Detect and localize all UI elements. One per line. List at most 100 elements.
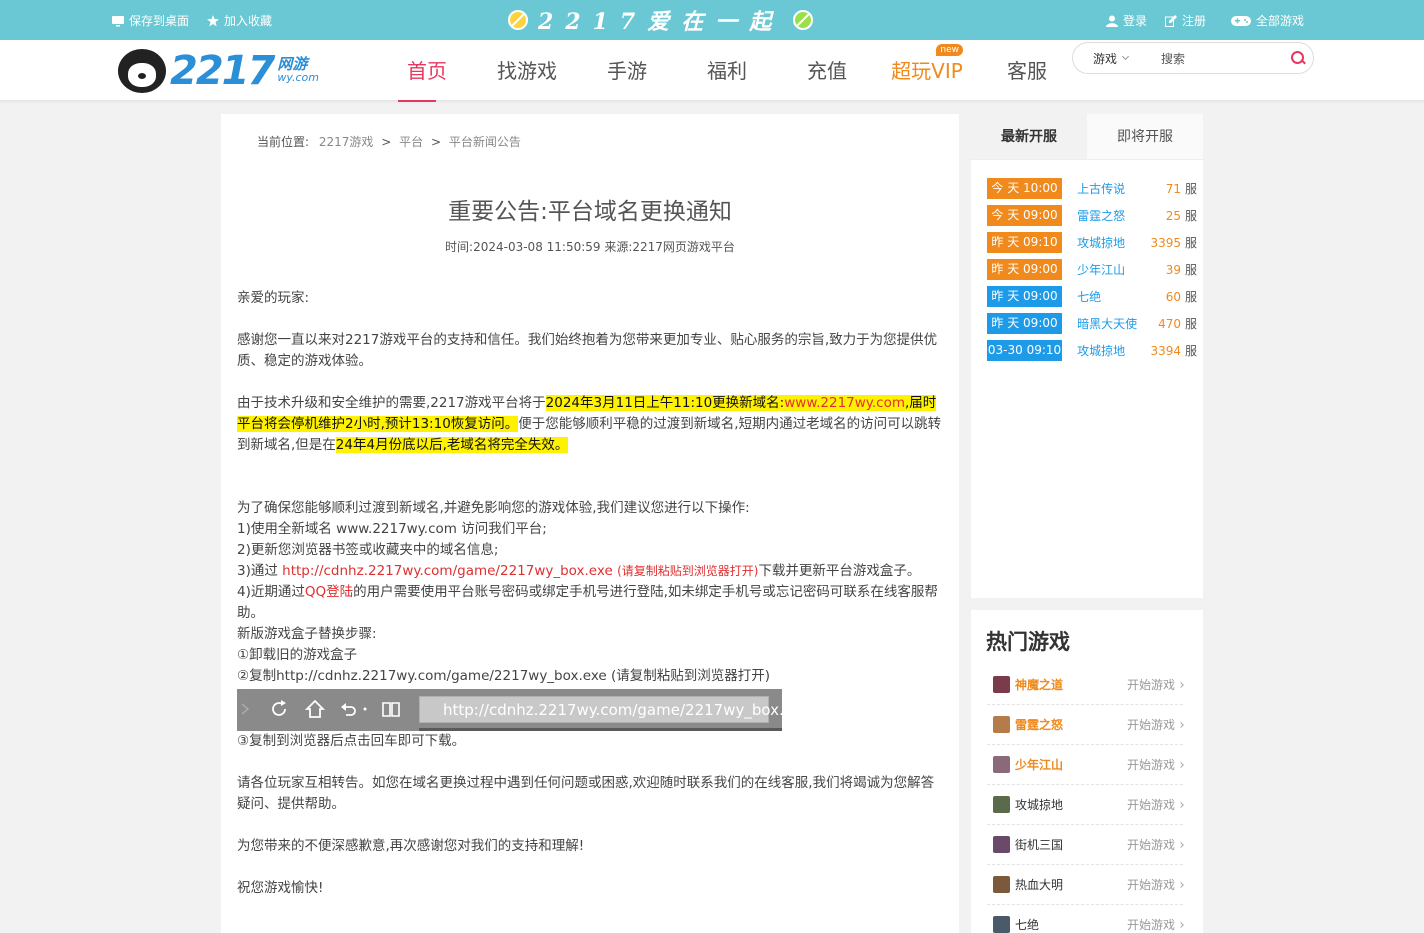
hot-game-row[interactable]: 攻城掠地 开始游戏 [987,785,1184,825]
save-to-desktop-link[interactable]: 保存到桌面 [112,12,189,29]
chevron-right-icon [1178,921,1184,928]
add-favorite-link[interactable]: 加入收藏 [207,12,272,29]
server-row[interactable]: 昨 天 09:10 攻城掠地 3395 服 [987,229,1197,256]
server-row[interactable]: 昨 天 09:00 暗黑大天使 470 服 [987,310,1197,337]
search-category-select[interactable]: 游戏 [1073,50,1161,67]
new-domain-link[interactable]: www.2217wy.com [784,395,905,411]
step-item: 4)近期通过QQ登陆的用户需要使用平台账号密码或绑定手机号进行登陆,如未绑定手机… [237,582,945,624]
husky-logo-icon [118,49,166,93]
article-title: 重要公告:平台域名更换通知 [448,199,732,225]
game-thumbnail [993,916,1010,933]
hot-game-name[interactable]: 少年江山 [1015,756,1127,773]
article-panel: 当前位置: 2217游戏 > 平台 > 平台新闻公告 重要公告:平台域名更换通知… [221,114,959,933]
server-number: 3394 [1150,343,1181,358]
server-game-link[interactable]: 上古传说 [1077,180,1144,197]
start-game-button[interactable]: 开始游戏 [1127,916,1184,933]
chevron-right-icon [1178,681,1184,688]
start-game-label: 开始游戏 [1126,678,1175,692]
hot-game-name[interactable]: 七绝 [1015,916,1127,933]
all-games-link[interactable]: 全部游戏 [1231,12,1304,29]
server-row[interactable]: 03-30 09:10 攻城掠地 3394 服 [987,337,1197,364]
chevron-right-icon [1178,721,1184,728]
book-icon [382,702,400,717]
tab-latest-servers[interactable]: 最新开服 [971,114,1087,159]
star-icon [207,14,219,26]
site-logo[interactable]: 2217 网游 wy.com [118,49,319,93]
url-underline [419,728,782,731]
paragraph-contact: 请各位玩家互相转告。如您在域名更换过程中遇到任何问题或困惑,欢迎随时联系我们的在… [237,775,935,812]
server-game-link[interactable]: 七绝 [1077,288,1144,305]
nav-home[interactable]: 首页 [377,40,477,102]
paragraph-thanks: 感谢您一直以来对2217游戏平台的支持和信任。我们始终抱着为您带来更加专业、贴心… [237,332,938,369]
download-link[interactable]: http://cdnhz.2217wy.com/game/2217wy_box.… [282,563,613,579]
hot-game-name[interactable]: 雷霆之怒 [1015,716,1127,733]
main-navbar: 2217 网游 wy.com 首页 找游戏 手游 福利 充值 超玩VIP new… [0,40,1424,102]
hot-game-row[interactable]: 七绝 开始游戏 [987,905,1184,933]
nav-recharge[interactable]: 充值 [777,40,877,101]
chevron-right-icon [1178,841,1184,848]
chevron-right-icon [1178,761,1184,768]
start-game-button[interactable]: 开始游戏 [1126,796,1184,813]
tab-upcoming-servers[interactable]: 即将开服 [1087,114,1203,159]
all-games-label: 全部游戏 [1256,14,1305,28]
hot-game-name[interactable]: 神魔之道 [1015,676,1127,693]
hot-game-row[interactable]: 神魔之道 开始游戏 [987,665,1184,705]
start-game-label: 开始游戏 [1126,798,1175,812]
hot-game-row[interactable]: 雷霆之怒 开始游戏 [987,705,1184,745]
paragraph-apology: 为您带来的不便深感歉意,再次感谢您对我们的支持和理解! [237,838,585,854]
nav-find-games[interactable]: 找游戏 [477,40,577,101]
step-item: 2)更新您浏览器书签或收藏夹中的域名信息; [237,542,499,558]
server-time: 昨 天 09:00 [987,286,1063,307]
hot-game-name[interactable]: 热血大明 [1015,876,1127,893]
text: 由于技术升级和安全维护的需要,2217游戏平台将于 [237,395,546,411]
text: 4)近期通过 [237,584,305,600]
copy-note: (请复制粘贴到浏览器打开) [617,564,759,578]
server-game-link[interactable]: 攻城掠地 [1077,234,1144,251]
login-link[interactable]: 登录 [1106,12,1147,29]
start-game-label: 开始游戏 [1126,838,1175,852]
server-row[interactable]: 今 天 10:00 上古传说 71 服 [987,175,1197,202]
search-input[interactable]: 搜索 [1161,50,1291,67]
start-game-button[interactable]: 开始游戏 [1127,756,1184,773]
start-game-button[interactable]: 开始游戏 [1126,676,1184,693]
hot-games-list: 神魔之道 开始游戏 雷霆之怒 开始游戏 少年江山 开始游戏 攻城掠地 开始游戏 街机三国 开始游戏… [987,665,1184,933]
breadcrumb-item-platform[interactable]: 平台 [399,135,423,149]
search-icon[interactable] [1291,51,1305,65]
hot-game-name[interactable]: 街机三国 [1015,836,1127,853]
nav-vip[interactable]: 超玩VIP new [877,40,977,101]
breadcrumb-item-news[interactable]: 平台新闻公告 [449,135,521,149]
server-game-link[interactable]: 雷霆之怒 [1077,207,1144,224]
register-link[interactable]: 注册 [1165,12,1206,29]
hot-game-row[interactable]: 热血大明 开始游戏 [987,865,1184,905]
server-row[interactable]: 今 天 09:00 雷霆之怒 25 服 [987,202,1197,229]
server-unit: 服 [1184,317,1197,331]
nav-welfare[interactable]: 福利 [677,40,777,101]
step-item: 1)使用全新域名 www.2217wy.com 访问我们平台; [237,521,547,537]
server-game-link[interactable]: 攻城掠地 [1077,342,1144,359]
start-game-label: 开始游戏 [1126,878,1175,892]
server-unit: 服 [1184,344,1197,358]
server-game-link[interactable]: 少年江山 [1077,261,1144,278]
search-category-value: 游戏 [1093,51,1118,66]
browser-url-field: http://cdnhz.2217wy.com/game/2217wy_box.… [419,696,810,723]
lemon-icon [508,10,528,30]
server-row[interactable]: 昨 天 09:00 少年江山 39 服 [987,256,1197,283]
hot-game-name[interactable]: 攻城掠地 [1015,796,1127,813]
breadcrumb-separator: > [430,135,442,149]
hot-game-row[interactable]: 少年江山 开始游戏 [987,745,1184,785]
nav-mobile-games[interactable]: 手游 [577,40,677,101]
breadcrumb-item-games[interactable]: 2217游戏 [319,135,374,149]
breadcrumb-separator: > [381,135,392,149]
start-game-button[interactable]: 开始游戏 [1126,836,1184,853]
start-game-button[interactable]: 开始游戏 [1126,876,1184,893]
start-game-button[interactable]: 开始游戏 [1127,716,1184,733]
text: 2024年3月11日上午11:10更换新域名: [545,395,785,411]
lime-icon [793,10,814,30]
nav-customer-service[interactable]: 客服 [977,40,1077,101]
hot-game-row[interactable]: 街机三国 开始游戏 [987,825,1184,865]
logo-number: 2217 [170,48,275,94]
server-time: 昨 天 09:10 [987,232,1063,253]
server-row[interactable]: 昨 天 09:00 七绝 60 服 [987,283,1197,310]
server-game-link[interactable]: 暗黑大天使 [1077,315,1144,332]
game-thumbnail [993,876,1010,893]
